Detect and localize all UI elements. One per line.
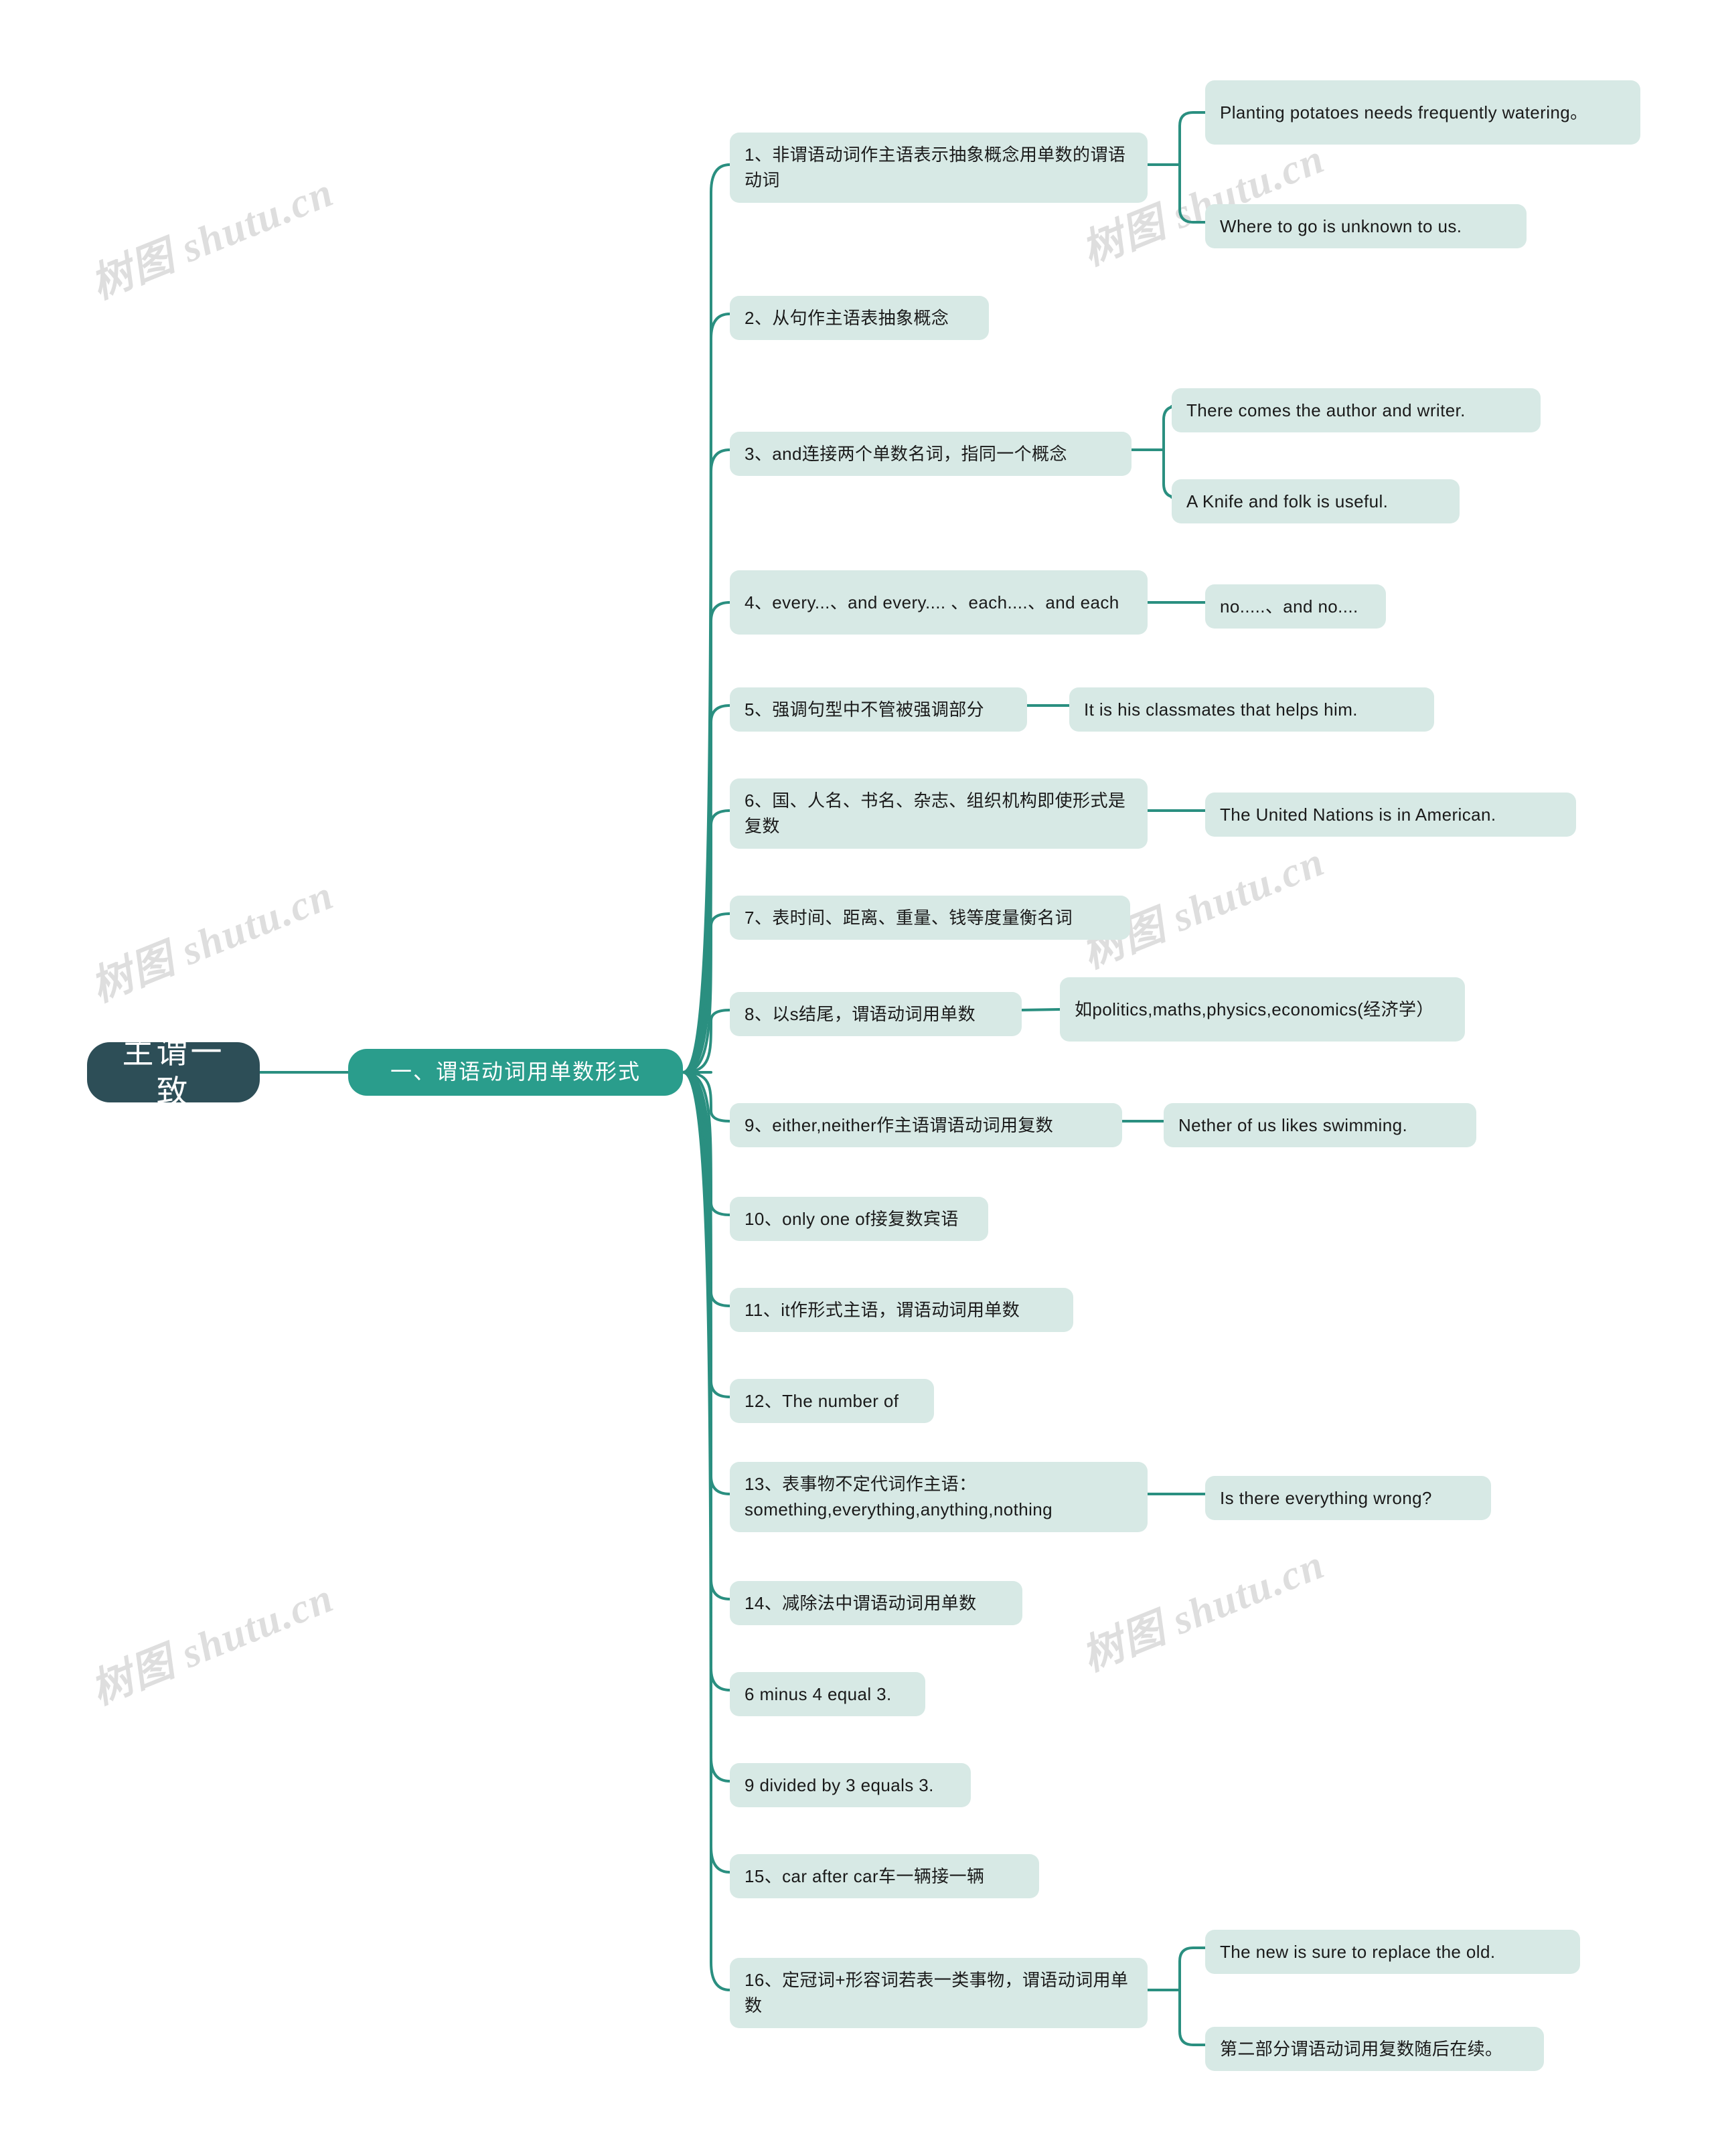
topic-node-t7[interactable]: 7、表时间、距离、重量、钱等度量衡名词 xyxy=(730,896,1130,940)
topic-node-t9[interactable]: 9、either,neither作主语谓语动词用复数 xyxy=(730,1103,1122,1148)
leaf-node-t3c2[interactable]: A Knife and folk is useful. xyxy=(1172,479,1460,524)
leaf-node-t3c2-label: A Knife and folk is useful. xyxy=(1186,491,1389,511)
leaf-node-t8c1[interactable]: 如politics,maths,physics,economics(经济学） xyxy=(1060,977,1465,1042)
leaf-node-t5c1[interactable]: It is his classmates that helps him. xyxy=(1069,687,1434,732)
topic-node-t13-label: 13、表事物不定代词作主语：something,everything,anyth… xyxy=(745,1474,1053,1520)
topic-node-t12[interactable]: 12、The number of xyxy=(730,1379,934,1424)
topic-node-t15x[interactable]: 6 minus 4 equal 3. xyxy=(730,1672,925,1717)
leaf-node-t3c1-label: There comes the author and writer. xyxy=(1186,400,1466,420)
leaf-node-t16c1-label: The new is sure to replace the old. xyxy=(1220,1942,1496,1962)
mindmap-node-layer: 主谓一致 一、谓语动词用单数形式 1、非谓语动词作主语表示抽象概念用单数的谓语动… xyxy=(0,0,1714,2156)
topic-node-t16x[interactable]: 9 divided by 3 equals 3. xyxy=(730,1763,971,1808)
root-node-label: 主谓一致 xyxy=(122,1034,225,1109)
branch-node-label: 一、谓语动词用单数形式 xyxy=(390,1060,641,1084)
leaf-node-t13c1[interactable]: Is there everything wrong? xyxy=(1205,1476,1491,1521)
topic-node-t4-label: 4、every...、and every.... 、each....、and e… xyxy=(745,592,1119,612)
leaf-node-t16c2-label: 第二部分谓语动词用复数随后在续。 xyxy=(1220,2039,1503,2059)
topic-node-t14-label: 14、减除法中谓语动词用单数 xyxy=(745,1593,977,1613)
leaf-node-t13c1-label: Is there everything wrong? xyxy=(1220,1488,1432,1508)
leaf-node-t9c1-label: Nether of us likes swimming. xyxy=(1178,1115,1408,1135)
leaf-node-t1c2[interactable]: Where to go is unknown to us. xyxy=(1205,204,1527,249)
leaf-node-t8c1-label: 如politics,maths,physics,economics(经济学） xyxy=(1075,999,1434,1019)
topic-node-t3[interactable]: 3、and连接两个单数名词，指同一个概念 xyxy=(730,432,1132,477)
topic-node-t16[interactable]: 16、定冠词+形容词若表一类事物，谓语动词用单数 xyxy=(730,1958,1148,2028)
topic-node-t13[interactable]: 13、表事物不定代词作主语：something,everything,anyth… xyxy=(730,1462,1148,1532)
topic-node-t1-label: 1、非谓语动词作主语表示抽象概念用单数的谓语动词 xyxy=(745,145,1126,191)
topic-node-t11[interactable]: 11、it作形式主语，谓语动词用单数 xyxy=(730,1288,1073,1333)
topic-node-t5[interactable]: 5、强调句型中不管被强调部分 xyxy=(730,687,1027,732)
topic-node-t11-label: 11、it作形式主语，谓语动词用单数 xyxy=(745,1300,1020,1320)
topic-node-t6[interactable]: 6、国、人名、书名、杂志、组织机构即使形式是复数 xyxy=(730,778,1148,849)
leaf-node-t4c1-label: no.....、and no.... xyxy=(1220,596,1358,616)
topic-node-t15x-label: 6 minus 4 equal 3. xyxy=(745,1684,892,1704)
topic-node-t4[interactable]: 4、every...、and every.... 、each....、and e… xyxy=(730,570,1148,635)
topic-node-t8[interactable]: 8、以s结尾，谓语动词用单数 xyxy=(730,992,1022,1037)
topic-node-t1[interactable]: 1、非谓语动词作主语表示抽象概念用单数的谓语动词 xyxy=(730,133,1148,203)
topic-node-t15-label: 15、car after car车一辆接一辆 xyxy=(745,1866,985,1886)
topic-node-t2[interactable]: 2、从句作主语表抽象概念 xyxy=(730,296,989,341)
topic-node-t14[interactable]: 14、减除法中谓语动词用单数 xyxy=(730,1581,1022,1626)
topic-node-t2-label: 2、从句作主语表抽象概念 xyxy=(745,308,949,328)
topic-node-t6-label: 6、国、人名、书名、杂志、组织机构即使形式是复数 xyxy=(745,791,1126,837)
topic-node-t16-label: 16、定冠词+形容词若表一类事物，谓语动词用单数 xyxy=(745,1970,1129,2016)
topic-node-t10[interactable]: 10、only one of接复数宾语 xyxy=(730,1197,988,1242)
leaf-node-t4c1[interactable]: no.....、and no.... xyxy=(1205,584,1386,629)
leaf-node-t6c1[interactable]: The United Nations is in American. xyxy=(1205,793,1576,837)
leaf-node-t3c1[interactable]: There comes the author and writer. xyxy=(1172,388,1541,433)
topic-node-t16x-label: 9 divided by 3 equals 3. xyxy=(745,1775,934,1795)
leaf-node-t6c1-label: The United Nations is in American. xyxy=(1220,805,1496,825)
topic-node-t12-label: 12、The number of xyxy=(745,1391,899,1411)
topic-node-t10-label: 10、only one of接复数宾语 xyxy=(745,1209,959,1229)
leaf-node-t1c1-label: Planting potatoes needs frequently water… xyxy=(1220,102,1588,122)
topic-node-t3-label: 3、and连接两个单数名词，指同一个概念 xyxy=(745,444,1067,464)
leaf-node-t5c1-label: It is his classmates that helps him. xyxy=(1084,699,1358,720)
topic-node-t15[interactable]: 15、car after car车一辆接一辆 xyxy=(730,1854,1039,1899)
root-node[interactable]: 主谓一致 xyxy=(87,1034,260,1109)
leaf-node-t16c1[interactable]: The new is sure to replace the old. xyxy=(1205,1930,1580,1975)
topic-node-t5-label: 5、强调句型中不管被强调部分 xyxy=(745,699,985,720)
leaf-node-t1c1[interactable]: Planting potatoes needs frequently water… xyxy=(1205,80,1640,145)
topic-node-t9-label: 9、either,neither作主语谓语动词用复数 xyxy=(745,1115,1054,1135)
branch-node-predicate-singular[interactable]: 一、谓语动词用单数形式 xyxy=(348,1049,683,1096)
topic-node-t8-label: 8、以s结尾，谓语动词用单数 xyxy=(745,1004,976,1024)
leaf-node-t16c2[interactable]: 第二部分谓语动词用复数随后在续。 xyxy=(1205,2027,1544,2072)
leaf-node-t9c1[interactable]: Nether of us likes swimming. xyxy=(1164,1103,1476,1148)
leaf-node-t1c2-label: Where to go is unknown to us. xyxy=(1220,216,1462,236)
topic-node-t7-label: 7、表时间、距离、重量、钱等度量衡名词 xyxy=(745,908,1073,928)
